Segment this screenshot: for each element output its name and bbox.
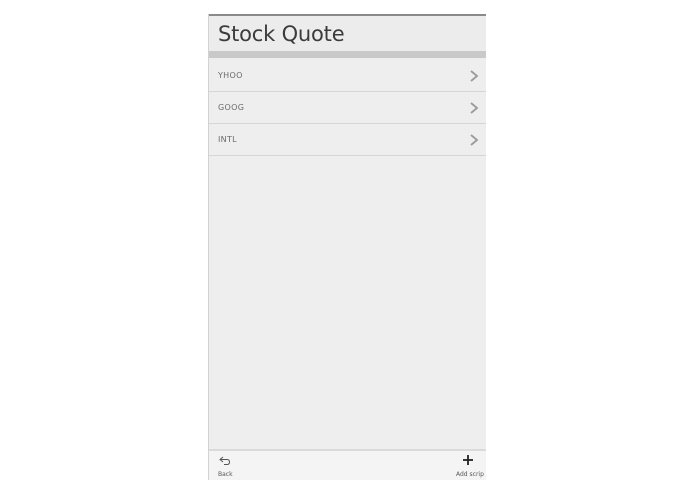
back-label: Back xyxy=(218,471,233,478)
add-scrip-label: Add scrip xyxy=(456,471,484,478)
header-divider xyxy=(209,51,486,58)
stock-list: YHOO GOOG INTL xyxy=(209,60,486,156)
app-window: Stock Quote YHOO GOOG INTL Back Add scri… xyxy=(208,14,486,480)
stock-symbol: GOOG xyxy=(218,103,245,112)
page-title: Stock Quote xyxy=(218,22,345,46)
back-arrow-icon xyxy=(219,456,231,465)
page-header: Stock Quote xyxy=(209,16,486,51)
list-item[interactable]: YHOO xyxy=(209,60,486,92)
add-scrip-button[interactable]: Add scrip xyxy=(452,453,486,480)
back-button[interactable]: Back xyxy=(217,454,239,480)
chevron-right-icon xyxy=(470,102,479,114)
stock-symbol: YHOO xyxy=(218,71,243,80)
bottom-toolbar: Back Add scrip xyxy=(209,449,486,480)
list-item[interactable]: GOOG xyxy=(209,92,486,124)
chevron-right-icon xyxy=(470,70,479,82)
stock-symbol: INTL xyxy=(218,135,237,144)
plus-icon xyxy=(463,455,473,465)
chevron-right-icon xyxy=(470,134,479,146)
list-item[interactable]: INTL xyxy=(209,124,486,156)
